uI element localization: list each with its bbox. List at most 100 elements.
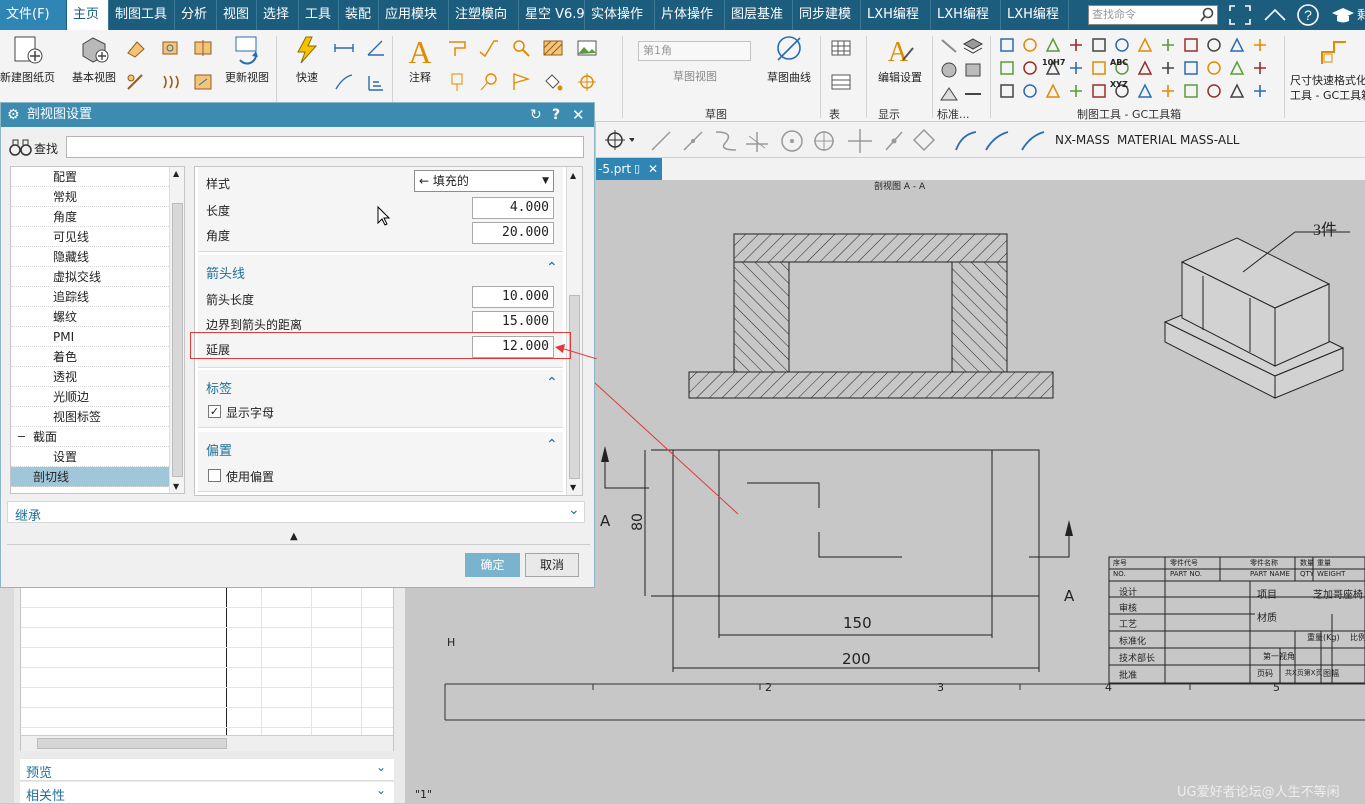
zoom-annotation-icon[interactable]	[510, 38, 532, 58]
tree-item[interactable]: 光顺边	[11, 387, 169, 407]
gc-tool-34-icon[interactable]	[1228, 82, 1246, 100]
menu-tab-10[interactable]: 实体操作	[585, 0, 655, 30]
gc-tool-12-icon[interactable]	[998, 59, 1016, 77]
layers-icon[interactable]	[962, 36, 984, 56]
gc-tool-2-icon[interactable]	[1044, 36, 1062, 54]
props-scroll-down-icon[interactable]: ▼	[570, 483, 576, 492]
gc-tool-4-icon[interactable]	[1090, 36, 1108, 54]
gc-tool-31-icon[interactable]	[1159, 82, 1177, 100]
annotation-button[interactable]: A 注释	[400, 34, 440, 85]
radial-dim-icon[interactable]	[333, 72, 355, 92]
menu-tab-11[interactable]: 片体操作	[655, 0, 725, 30]
ok-button[interactable]: 确定	[465, 553, 520, 577]
gc-tool-3-icon[interactable]	[1067, 36, 1085, 54]
mass-all-button[interactable]: MASS-ALL	[1180, 133, 1239, 147]
tree-item[interactable]: 虚拟交线	[11, 267, 169, 287]
preview-section[interactable]: 预览 ⌄	[20, 759, 394, 781]
gc-tool-18-icon[interactable]	[1136, 59, 1154, 77]
snap-point-icon[interactable]	[604, 129, 634, 151]
gc-tool-27-icon[interactable]	[1067, 82, 1085, 100]
tree-item[interactable]: 剖切线	[11, 467, 169, 487]
collapse-offset-icon[interactable]: ⌃	[546, 437, 558, 453]
std-tool-2-icon[interactable]	[938, 60, 960, 80]
tree-item[interactable]: 螺纹	[11, 307, 169, 327]
std-tool-4-icon[interactable]	[938, 84, 960, 104]
menu-tab-1[interactable]: 制图工具	[109, 0, 175, 30]
tree-item[interactable]: 设置	[11, 447, 169, 467]
style-dropdown[interactable]: ← 填充的 ▼	[414, 170, 554, 192]
snap-tools-icon[interactable]	[646, 126, 946, 154]
datum-target-icon[interactable]	[446, 72, 468, 92]
menu-tab-6[interactable]: 装配	[339, 0, 379, 30]
balloon-icon[interactable]	[478, 72, 500, 92]
inherit-section[interactable]: 继承 ⌄	[7, 501, 585, 524]
gc-tool-16-icon[interactable]	[1090, 59, 1108, 77]
view-break-icon[interactable]	[125, 72, 147, 92]
gc-tool-32-icon[interactable]	[1182, 82, 1200, 100]
tree-item[interactable]: 着色	[11, 347, 169, 367]
gc-tool-26-icon[interactable]	[1044, 82, 1062, 100]
menu-tab-15[interactable]: LXH编程	[931, 0, 1001, 30]
tree-item[interactable]: 追踪线	[11, 287, 169, 307]
education-hat-icon[interactable]	[1330, 5, 1356, 25]
find-input[interactable]	[66, 136, 584, 158]
expand-relevance-icon[interactable]: ⌄	[376, 783, 386, 797]
tree-item[interactable]: 可见线	[11, 227, 169, 247]
gc-tool-7-icon[interactable]	[1159, 36, 1177, 54]
section-view-icon[interactable]	[192, 38, 214, 58]
file-menu[interactable]: 文件(F)	[0, 0, 66, 30]
help-icon[interactable]: ?	[1296, 3, 1320, 27]
menu-tab-4[interactable]: 选择	[257, 0, 299, 30]
gc-tool-35-icon[interactable]	[1251, 82, 1269, 100]
gc-tool-23-icon[interactable]	[1251, 59, 1269, 77]
horizontal-scrollbar[interactable]	[21, 735, 393, 751]
gc-tool-8-icon[interactable]	[1182, 36, 1200, 54]
quick-dimension-button[interactable]: 快速	[285, 34, 329, 85]
menu-tab-7[interactable]: 应用模块	[379, 0, 449, 30]
material-button[interactable]: MATERIAL	[1117, 133, 1176, 147]
dim-format-icon[interactable]	[1316, 38, 1352, 68]
use-offset-checkbox[interactable]	[208, 469, 221, 482]
projected-view-icon[interactable]	[125, 38, 147, 58]
tree-item[interactable]: 角度	[11, 207, 169, 227]
table-icon[interactable]	[830, 38, 852, 58]
std-tool-5-icon[interactable]	[962, 84, 984, 104]
angle-input[interactable]: 20.000	[472, 222, 554, 244]
drafting-view-icon[interactable]	[192, 72, 214, 92]
gc-tool-0-icon[interactable]	[998, 36, 1016, 54]
length-input[interactable]: 4.000	[472, 197, 554, 219]
tree-item[interactable]: 截面 −	[11, 427, 169, 447]
ordinate-dim-icon[interactable]	[365, 72, 387, 92]
collapse-label-icon[interactable]: ⌃	[546, 375, 558, 391]
gc-tool-22-icon[interactable]	[1228, 59, 1246, 77]
detail-view-icon[interactable]	[160, 38, 182, 58]
centerline-icon[interactable]	[576, 72, 598, 92]
expand-preview-icon[interactable]: ⌄	[376, 760, 386, 774]
gc-tool-19-icon[interactable]	[1159, 59, 1177, 77]
linear-dim-icon[interactable]	[333, 38, 355, 58]
edit-settings-button[interactable]: A 编辑设置	[872, 34, 928, 85]
close-tab-icon[interactable]: ✕	[648, 158, 658, 180]
props-scroll-up-icon[interactable]: ▲	[570, 171, 576, 180]
relevance-section[interactable]: 相关性 ⌄	[20, 782, 394, 804]
gc-tool-11-icon[interactable]	[1251, 36, 1269, 54]
command-search-input[interactable]: 查找命令	[1088, 5, 1218, 25]
feature-control-icon[interactable]	[446, 38, 468, 58]
parts-list-icon[interactable]	[830, 72, 852, 92]
surface-finish-icon[interactable]	[478, 38, 500, 58]
tree-item[interactable]: 透视	[11, 367, 169, 387]
reset-icon[interactable]: ↻	[530, 103, 542, 127]
gc-tool-10-icon[interactable]	[1228, 36, 1246, 54]
sketch-view-label[interactable]: 草图视图	[673, 68, 717, 84]
props-scrollbar[interactable]: ▲ ▼	[566, 167, 582, 495]
crosshatch-icon[interactable]	[542, 38, 564, 58]
scroll-down-icon[interactable]: ▼	[173, 482, 179, 491]
update-view-button[interactable]: 更新视图	[222, 34, 272, 85]
tree-item[interactable]: 隐藏线	[11, 247, 169, 267]
file-tab[interactable]: -5.prt ▯ ✕	[596, 158, 662, 180]
gc-tool-28-icon[interactable]	[1090, 82, 1108, 100]
arrow-length-input[interactable]: 10.000	[472, 286, 554, 308]
gc-tool-6-icon[interactable]	[1136, 36, 1154, 54]
new-sheet-button[interactable]: 新建图纸页	[0, 34, 55, 85]
nx-mass-button[interactable]: NX-MASS	[1055, 133, 1110, 147]
